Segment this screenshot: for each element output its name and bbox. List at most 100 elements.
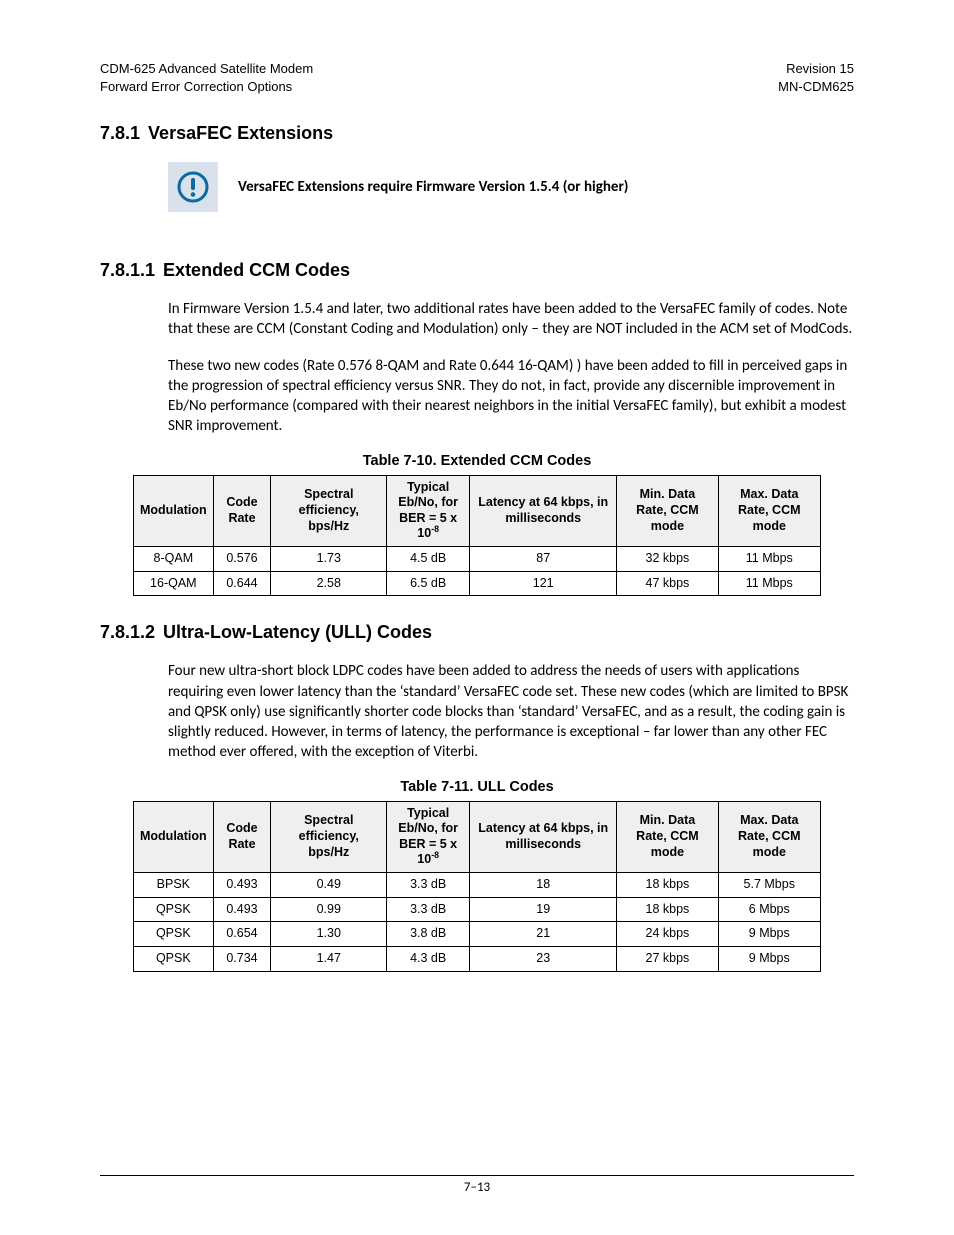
cell-min-rate: 27 kbps <box>617 946 718 971</box>
cell-modulation: 8-QAM <box>134 547 214 572</box>
cell-latency: 18 <box>470 873 617 898</box>
header-right: Revision 15 MN-CDM625 <box>778 60 854 95</box>
cell-min-rate: 47 kbps <box>617 571 718 596</box>
cell-code-rate: 0.493 <box>213 897 271 922</box>
col-ebno-exp: -8 <box>431 524 439 534</box>
cell-spectral-eff: 1.30 <box>271 922 387 947</box>
table-row: QPSK 0.654 1.30 3.8 dB 21 24 kbps 9 Mbps <box>134 922 821 947</box>
table-row: BPSK 0.493 0.49 3.3 dB 18 18 kbps 5.7 Mb… <box>134 873 821 898</box>
cell-code-rate: 0.734 <box>213 946 271 971</box>
page-footer: 7–13 <box>100 1175 854 1195</box>
cell-min-rate: 32 kbps <box>617 547 718 572</box>
page-container: CDM-625 Advanced Satellite Modem Forward… <box>0 0 954 1235</box>
cell-spectral-eff: 2.58 <box>271 571 387 596</box>
col-latency: Latency at 64 kbps, in milliseconds <box>470 475 617 547</box>
cell-max-rate: 9 Mbps <box>718 946 820 971</box>
table-7-10: Modulation Code Rate Spectral efficiency… <box>133 475 821 597</box>
col-modulation: Modulation <box>134 801 214 873</box>
heading-7-8-1-1-title: Extended CCM Codes <box>163 260 350 280</box>
col-ebno: Typical Eb/No, for BER = 5 x 10-8 <box>387 475 470 547</box>
table-7-11: Modulation Code Rate Spectral efficiency… <box>133 801 821 972</box>
cell-code-rate: 0.654 <box>213 922 271 947</box>
heading-7-8-1-2-num: 7.8.1.2 <box>100 622 155 642</box>
important-icon <box>168 162 218 212</box>
col-ebno-exp: -8 <box>431 850 439 860</box>
table-row: 8-QAM 0.576 1.73 4.5 dB 87 32 kbps 11 Mb… <box>134 547 821 572</box>
col-code-rate: Code Rate <box>213 475 271 547</box>
header-product: CDM-625 Advanced Satellite Modem <box>100 60 313 78</box>
col-min-rate: Min. Data Rate, CCM mode <box>617 801 718 873</box>
col-ebno-line1: Typical Eb/No, for <box>398 480 458 510</box>
cell-max-rate: 9 Mbps <box>718 922 820 947</box>
cell-ebno: 4.5 dB <box>387 547 470 572</box>
cell-modulation: BPSK <box>134 873 214 898</box>
heading-7-8-1-2: 7.8.1.2 Ultra-Low-Latency (ULL) Codes <box>100 622 854 643</box>
heading-7-8-1: 7.8.1 VersaFEC Extensions <box>100 123 854 144</box>
cell-spectral-eff: 0.99 <box>271 897 387 922</box>
cell-latency: 121 <box>470 571 617 596</box>
cell-min-rate: 18 kbps <box>617 873 718 898</box>
col-spectral-eff: Spectral efficiency, bps/Hz <box>271 801 387 873</box>
para-7-8-1-1-a: In Firmware Version 1.5.4 and later, two… <box>168 299 854 340</box>
cell-min-rate: 18 kbps <box>617 897 718 922</box>
cell-code-rate: 0.493 <box>213 873 271 898</box>
cell-spectral-eff: 1.47 <box>271 946 387 971</box>
cell-modulation: QPSK <box>134 946 214 971</box>
cell-max-rate: 6 Mbps <box>718 897 820 922</box>
col-max-rate: Max. Data Rate, CCM mode <box>718 801 820 873</box>
table-7-10-caption: Table 7-10. Extended CCM Codes <box>100 453 854 469</box>
table-row: 16-QAM 0.644 2.58 6.5 dB 121 47 kbps 11 … <box>134 571 821 596</box>
cell-max-rate: 5.7 Mbps <box>718 873 820 898</box>
table-row: QPSK 0.734 1.47 4.3 dB 23 27 kbps 9 Mbps <box>134 946 821 971</box>
col-ebno-line2: BER = 5 x 10 <box>399 511 457 541</box>
heading-7-8-1-title: VersaFEC Extensions <box>148 123 333 143</box>
table-row: QPSK 0.493 0.99 3.3 dB 19 18 kbps 6 Mbps <box>134 897 821 922</box>
table-row: Modulation Code Rate Spectral efficiency… <box>134 475 821 547</box>
heading-7-8-1-1: 7.8.1.1 Extended CCM Codes <box>100 260 854 281</box>
notice-box: VersaFEC Extensions require Firmware Ver… <box>168 162 854 212</box>
cell-latency: 21 <box>470 922 617 947</box>
para-7-8-1-1-b: These two new codes (Rate 0.576 8-QAM an… <box>168 356 854 437</box>
heading-7-8-1-1-num: 7.8.1.1 <box>100 260 155 280</box>
page-number: 7–13 <box>100 1180 854 1195</box>
section-rule <box>100 240 854 242</box>
col-modulation: Modulation <box>134 475 214 547</box>
heading-7-8-1-num: 7.8.1 <box>100 123 140 143</box>
cell-ebno: 6.5 dB <box>387 571 470 596</box>
col-min-rate: Min. Data Rate, CCM mode <box>617 475 718 547</box>
footer-rule <box>100 1175 854 1176</box>
col-latency: Latency at 64 kbps, in milliseconds <box>470 801 617 873</box>
table-row: Modulation Code Rate Spectral efficiency… <box>134 801 821 873</box>
col-ebno-line2: BER = 5 x 10 <box>399 837 457 867</box>
cell-modulation: 16-QAM <box>134 571 214 596</box>
header-docnum: MN-CDM625 <box>778 78 854 96</box>
cell-min-rate: 24 kbps <box>617 922 718 947</box>
cell-latency: 19 <box>470 897 617 922</box>
header-section: Forward Error Correction Options <box>100 78 313 96</box>
page-header: CDM-625 Advanced Satellite Modem Forward… <box>100 60 854 95</box>
cell-code-rate: 0.576 <box>213 547 271 572</box>
header-left: CDM-625 Advanced Satellite Modem Forward… <box>100 60 313 95</box>
cell-code-rate: 0.644 <box>213 571 271 596</box>
cell-max-rate: 11 Mbps <box>718 571 820 596</box>
cell-latency: 87 <box>470 547 617 572</box>
header-revision: Revision 15 <box>778 60 854 78</box>
notice-text: VersaFEC Extensions require Firmware Ver… <box>238 178 628 196</box>
cell-modulation: QPSK <box>134 922 214 947</box>
table-7-11-caption: Table 7-11. ULL Codes <box>100 779 854 795</box>
cell-ebno: 3.3 dB <box>387 897 470 922</box>
col-ebno: Typical Eb/No, for BER = 5 x 10-8 <box>387 801 470 873</box>
cell-latency: 23 <box>470 946 617 971</box>
cell-spectral-eff: 1.73 <box>271 547 387 572</box>
cell-ebno: 3.8 dB <box>387 922 470 947</box>
heading-7-8-1-2-title: Ultra-Low-Latency (ULL) Codes <box>163 622 432 642</box>
col-spectral-eff: Spectral efficiency, bps/Hz <box>271 475 387 547</box>
col-max-rate: Max. Data Rate, CCM mode <box>718 475 820 547</box>
para-7-8-1-2-a: Four new ultra-short block LDPC codes ha… <box>168 661 854 762</box>
cell-ebno: 3.3 dB <box>387 873 470 898</box>
cell-spectral-eff: 0.49 <box>271 873 387 898</box>
col-ebno-line1: Typical Eb/No, for <box>398 806 458 836</box>
cell-max-rate: 11 Mbps <box>718 547 820 572</box>
col-code-rate: Code Rate <box>213 801 271 873</box>
cell-modulation: QPSK <box>134 897 214 922</box>
